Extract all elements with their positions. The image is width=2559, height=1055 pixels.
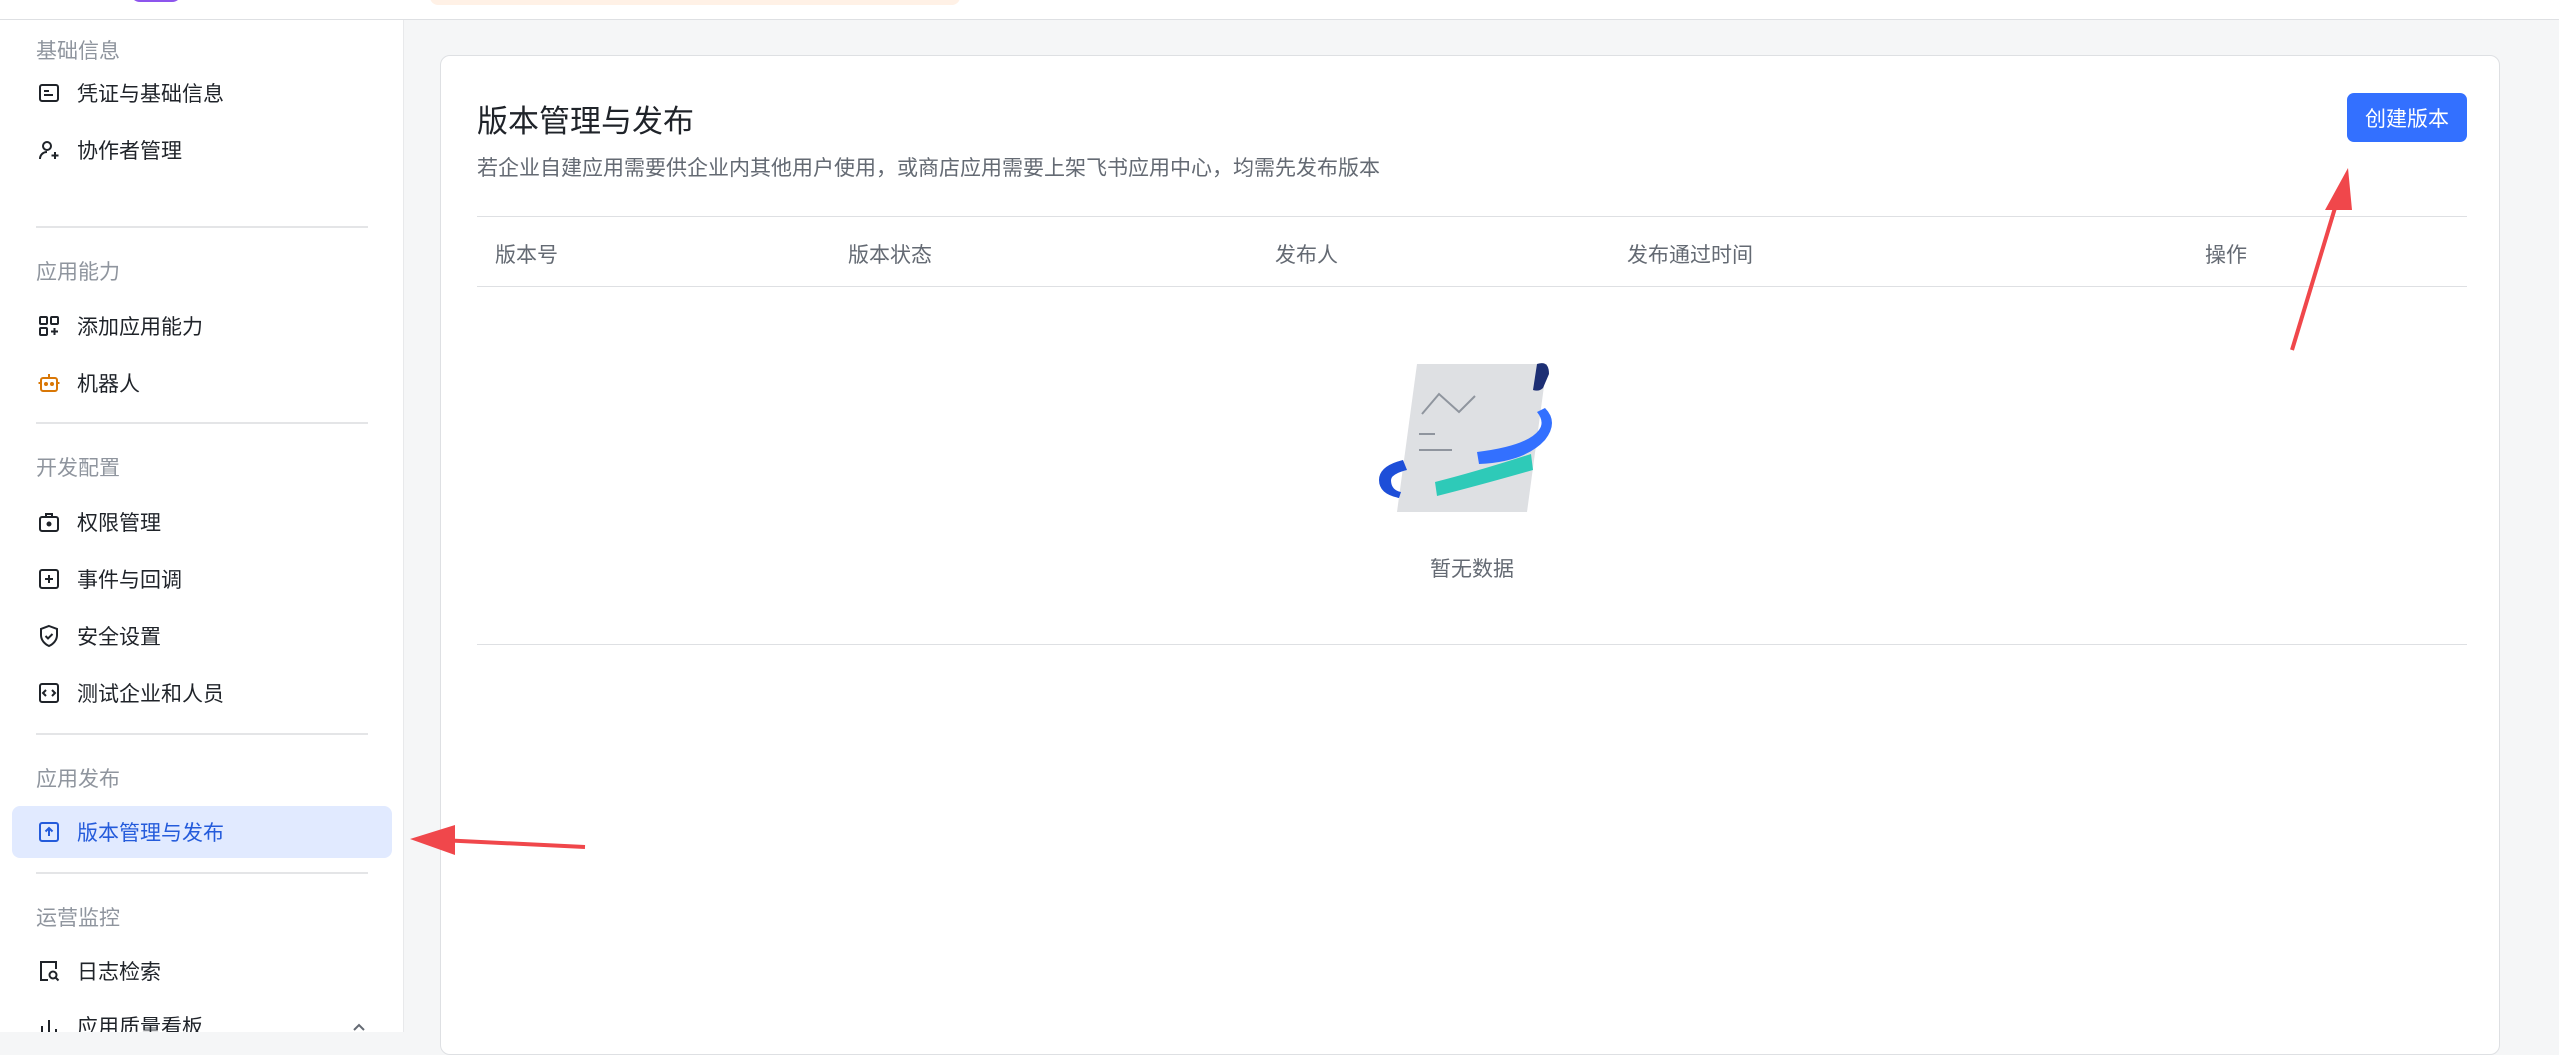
robot-icon	[36, 370, 62, 396]
sidebar-item-label: 权限管理	[77, 511, 161, 535]
code-box-icon	[36, 680, 62, 706]
sidebar-item-label: 安全设置	[77, 625, 161, 649]
divider	[36, 733, 368, 735]
sidebar-group-title: 基础信息	[36, 39, 120, 63]
sidebar-group-title: 应用能力	[36, 260, 120, 284]
apps-add-icon	[36, 313, 62, 339]
sidebar-item-security[interactable]: 安全设置	[12, 610, 392, 662]
sidebar: 基础信息 凭证与基础信息 协作者管理 应用能力 添加应用能力 机器人 开发配置 …	[0, 20, 404, 1032]
sidebar-item-label: 版本管理与发布	[77, 821, 224, 845]
sidebar-item-label: 机器人	[77, 372, 140, 396]
sidebar-group-title: 运营监控	[36, 906, 120, 930]
sidebar-item-label: 添加应用能力	[77, 315, 203, 339]
notice-banner	[430, 0, 960, 5]
dashboard-icon	[36, 1013, 62, 1032]
sidebar-item-label: 事件与回调	[77, 568, 182, 592]
column-header-actions: 操作	[2205, 243, 2247, 267]
divider	[36, 872, 368, 874]
sidebar-item-permissions[interactable]: 权限管理	[12, 496, 392, 548]
chevron-up-icon[interactable]	[350, 1018, 368, 1032]
upload-box-icon	[36, 819, 62, 845]
version-management-card: 版本管理与发布 若企业自建应用需要供企业内其他用户使用，或商店应用需要上架飞书应…	[440, 55, 2500, 1055]
divider	[36, 422, 368, 424]
app-logo[interactable]	[130, 0, 182, 2]
sidebar-item-log-search[interactable]: 日志检索	[12, 945, 392, 997]
sidebar-item-events[interactable]: 事件与回调	[12, 553, 392, 605]
shield-icon	[36, 623, 62, 649]
page-description: 若企业自建应用需要供企业内其他用户使用，或商店应用需要上架飞书应用中心，均需先发…	[477, 156, 1380, 180]
table-header: 版本号 版本状态 发布人 发布通过时间 操作	[477, 216, 2467, 287]
column-header-version: 版本号	[495, 243, 558, 267]
divider	[36, 226, 368, 228]
sidebar-group-title: 开发配置	[36, 456, 120, 480]
sidebar-group-title: 应用发布	[36, 767, 120, 791]
sidebar-item-label: 日志检索	[77, 960, 161, 984]
table-empty-state: 暂无数据	[477, 287, 2467, 645]
credential-card-icon	[36, 80, 62, 106]
sidebar-item-label: 协作者管理	[77, 139, 182, 163]
log-search-icon	[36, 958, 62, 984]
empty-document-illustration	[1379, 363, 1552, 512]
sidebar-item-label: 凭证与基础信息	[77, 82, 224, 106]
sidebar-item-version-release[interactable]: 版本管理与发布	[12, 806, 392, 858]
permission-bag-icon	[36, 509, 62, 535]
page-title: 版本管理与发布	[477, 104, 694, 140]
sidebar-item-test-tenant[interactable]: 测试企业和人员	[12, 667, 392, 719]
sidebar-item-collaborators[interactable]: 协作者管理	[12, 124, 392, 176]
column-header-publish-time: 发布通过时间	[1627, 243, 1753, 267]
sidebar-item-add-capability[interactable]: 添加应用能力	[12, 300, 392, 352]
sidebar-item-credentials[interactable]: 凭证与基础信息	[12, 67, 392, 119]
add-user-icon	[36, 137, 62, 163]
sidebar-item-label: 应用质量看板	[77, 1015, 203, 1032]
event-plus-icon	[36, 566, 62, 592]
empty-state-text: 暂无数据	[1430, 557, 1514, 581]
top-header	[0, 0, 2559, 20]
column-header-status: 版本状态	[848, 243, 932, 267]
sidebar-item-quality-dashboard[interactable]: 应用质量看板	[12, 1000, 392, 1032]
version-table: 版本号 版本状态 发布人 发布通过时间 操作 暂无数据	[477, 216, 2467, 645]
create-version-button[interactable]: 创建版本	[2347, 93, 2467, 142]
sidebar-item-label: 测试企业和人员	[77, 682, 224, 706]
sidebar-item-robot[interactable]: 机器人	[12, 357, 392, 409]
column-header-publisher: 发布人	[1275, 243, 1338, 267]
